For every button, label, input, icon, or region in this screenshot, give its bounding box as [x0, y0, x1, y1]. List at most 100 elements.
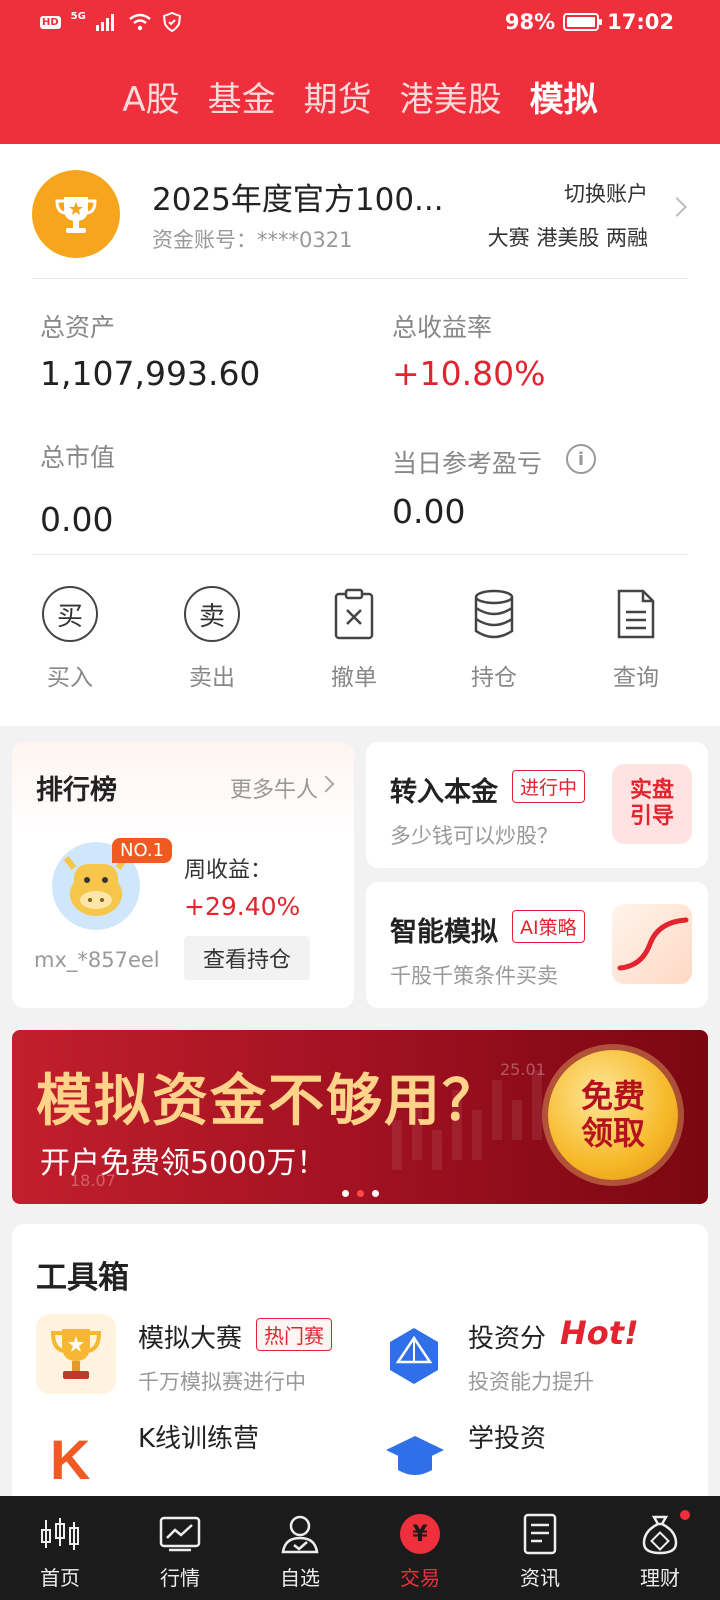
ranking-card[interactable]: 排行榜 更多牛人 NO.1 mx_*857eel 周收益： +29.40% 查看…	[12, 742, 354, 1008]
wifi-icon	[129, 13, 151, 31]
nav-trade[interactable]: ¥ 交易	[360, 1496, 480, 1600]
tool-sim-contest[interactable]: 模拟大赛 热门赛 千万模拟赛进行中	[36, 1314, 356, 1404]
carousel-dot[interactable]	[372, 1190, 379, 1197]
status-bar: HD 5G 98% 17:02	[0, 0, 720, 50]
divider	[32, 554, 688, 555]
view-positions-button[interactable]: 查看持仓	[184, 936, 310, 980]
smart-simulation-subtitle: 千股千策条件买卖	[390, 964, 558, 988]
market-value-label: 总市值	[40, 443, 116, 472]
buy-label: 买入	[47, 665, 93, 691]
carousel-dots	[342, 1190, 379, 1197]
smart-simulation-card[interactable]: 智能模拟 AI策略 千股千策条件买卖	[366, 882, 708, 1008]
network-type: 5G	[70, 10, 86, 22]
divider	[32, 278, 688, 279]
nav-home[interactable]: 首页	[0, 1496, 120, 1600]
in-progress-badge: 进行中	[512, 770, 586, 803]
account-tags: 大赛 港美股 两融	[487, 226, 648, 250]
tool-kline-camp[interactable]: K K线训练营	[36, 1420, 356, 1500]
info-icon[interactable]: i	[566, 444, 596, 474]
trophy-icon	[36, 1314, 116, 1394]
tab-futures[interactable]: 期货	[304, 72, 372, 121]
vpn-shield-icon	[162, 12, 181, 32]
carousel-dot[interactable]	[357, 1190, 364, 1197]
real-trading-guide-icon: 实盘 引导	[612, 764, 692, 844]
tab-hk-us[interactable]: 港美股	[400, 72, 502, 121]
tool-investment-score[interactable]: 投资分 Hot! 投资能力提升	[384, 1314, 684, 1404]
document-icon	[617, 589, 655, 639]
positions-label: 持仓	[471, 665, 517, 691]
transfer-funds-subtitle: 多少钱可以炒股？	[390, 824, 558, 848]
top-header: HD 5G 98% 17:02 A股 基金 期货 港美股 模拟	[0, 0, 720, 144]
chart-icon	[159, 1516, 201, 1552]
yen-coin-icon: ¥	[400, 1514, 440, 1554]
tool-name: 模拟大赛	[138, 1324, 243, 1354]
free-claim-button[interactable]: 免费 领取	[548, 1050, 678, 1180]
sell-label: 卖出	[189, 665, 235, 691]
query-label: 查询	[613, 665, 659, 691]
cancel-order-button[interactable]: 撤单	[304, 584, 404, 692]
cancel-order-label: 撤单	[331, 665, 377, 691]
bottom-navigation: 首页 行情 自选 ¥ 交易 资讯 理财	[0, 1496, 720, 1600]
cancel-order-icon	[334, 588, 374, 640]
more-traders-link[interactable]: 更多牛人	[230, 772, 318, 804]
nav-label: 首页	[40, 1566, 80, 1590]
nav-market[interactable]: 行情	[120, 1496, 240, 1600]
total-assets-label: 总资产	[40, 313, 116, 342]
transfer-funds-card[interactable]: 转入本金 进行中 多少钱可以炒股？ 实盘 引导	[366, 742, 708, 868]
banner-chart-label: 25.01	[500, 1060, 546, 1079]
market-tabs: A股 基金 期货 港美股 模拟	[0, 72, 720, 121]
tool-name: 投资分	[468, 1324, 547, 1354]
trade-actions: 买 买入 卖 卖出 撤单 持仓 查询	[0, 584, 720, 704]
nav-label: 自选	[280, 1566, 320, 1590]
nav-watchlist[interactable]: 自选	[240, 1496, 360, 1600]
news-icon	[523, 1513, 557, 1555]
signal-icon	[95, 14, 114, 31]
graduation-cap-icon	[386, 1436, 444, 1475]
weekly-return-value: +29.40%	[184, 892, 301, 921]
tab-funds[interactable]: 基金	[208, 72, 276, 121]
account-name: 2025年度官方100...	[152, 182, 444, 218]
nav-wealth[interactable]: 理财	[600, 1496, 720, 1600]
total-assets-value: 1,107,993.60	[40, 354, 261, 393]
daily-pnl-label: 当日参考盈亏	[392, 449, 543, 478]
user-check-icon	[281, 1515, 319, 1554]
account-number: 资金账号：****0321	[152, 228, 353, 252]
tab-simulation[interactable]: 模拟	[530, 72, 598, 121]
tool-subtitle: 投资能力提升	[468, 1370, 594, 1394]
nav-news[interactable]: 资讯	[480, 1496, 600, 1600]
buy-icon: 买	[42, 586, 98, 642]
top-user-name: mx_*857eel	[34, 948, 160, 972]
chevron-right-icon	[317, 775, 335, 793]
banner-title: 模拟资金不够用？	[36, 1069, 500, 1134]
market-value-value: 0.00	[40, 500, 114, 539]
query-button[interactable]: 查询	[586, 584, 686, 692]
tool-name: 学投资	[468, 1424, 547, 1454]
sell-button[interactable]: 卖 卖出	[162, 584, 262, 692]
total-return-label: 总收益率	[392, 313, 493, 342]
nav-label: 行情	[160, 1566, 200, 1590]
tab-a-shares[interactable]: A股	[122, 72, 179, 121]
database-icon	[474, 589, 514, 639]
smart-simulation-title: 智能模拟	[390, 917, 498, 948]
hot-label: Hot!	[560, 1314, 639, 1352]
chevron-right-icon[interactable]	[667, 197, 687, 217]
nav-label: 交易	[400, 1566, 440, 1590]
tool-learn-investing[interactable]: 学投资	[384, 1420, 684, 1500]
banner-subtitle: 开户免费领5000万！	[40, 1146, 327, 1181]
diamond-cube-icon	[390, 1328, 438, 1384]
candlestick-icon	[41, 1518, 79, 1550]
buy-button[interactable]: 买 买入	[20, 584, 120, 692]
switch-account-button[interactable]: 切换账户	[564, 178, 648, 208]
carousel-dot[interactable]	[342, 1190, 349, 1197]
ai-strategy-badge: AI策略	[512, 910, 585, 943]
hot-contest-badge: 热门赛	[256, 1318, 332, 1351]
nav-label: 资讯	[520, 1566, 560, 1590]
ranking-title: 排行榜	[36, 775, 117, 806]
battery-icon	[563, 13, 603, 31]
free-claim-label: 免费 领取	[580, 1077, 645, 1152]
promo-banner[interactable]: 25.01 18.07 模拟资金不够用？ 开户免费领5000万！ 免费 领取	[12, 1030, 708, 1204]
positions-button[interactable]: 持仓	[444, 584, 544, 692]
money-bag-icon	[642, 1515, 678, 1555]
battery-percent: 98%	[504, 10, 556, 34]
account-panel: 2025年度官方100... 资金账号：****0321 切换账户 大赛 港美股…	[0, 144, 720, 726]
